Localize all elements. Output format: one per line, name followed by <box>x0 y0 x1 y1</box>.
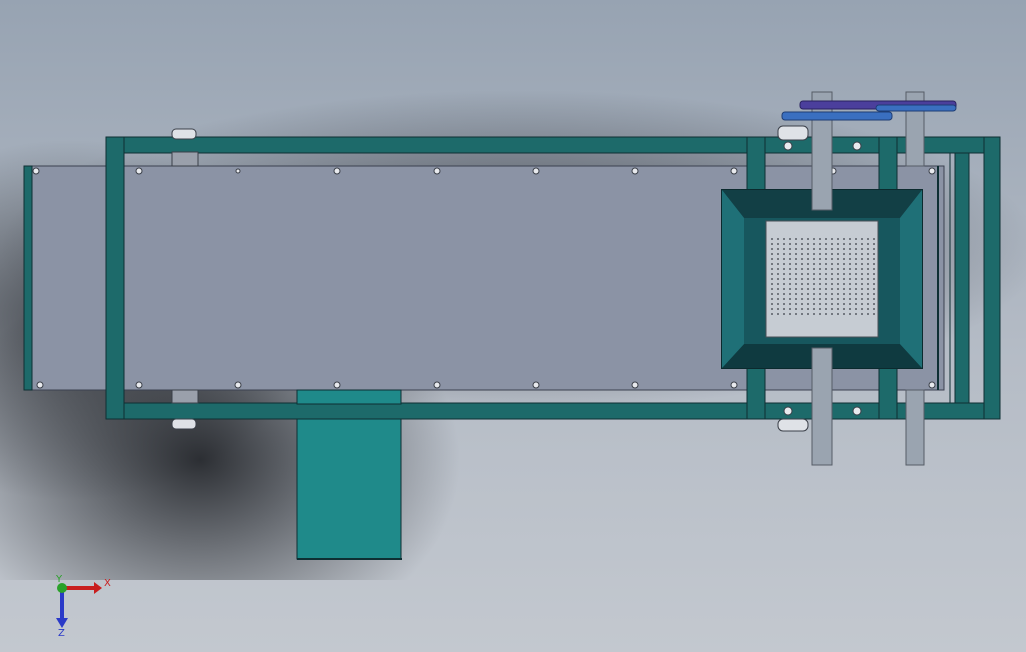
bolt <box>631 381 639 389</box>
frame-bottom-rail[interactable] <box>105 402 1001 420</box>
feed-plate-left-lip <box>23 165 33 391</box>
bracket <box>777 125 809 141</box>
frame-right-post[interactable] <box>983 136 1001 420</box>
bolt <box>532 381 540 389</box>
frame-left-post[interactable] <box>105 136 125 420</box>
screen-drum[interactable] <box>765 220 879 338</box>
bolt <box>783 406 793 416</box>
bolt <box>333 167 341 175</box>
y-axis-label: Y <box>55 574 63 585</box>
bolt <box>730 381 738 389</box>
bolt <box>135 167 143 175</box>
bolt <box>928 381 936 389</box>
bolt <box>32 167 40 175</box>
belt-drive[interactable] <box>781 100 957 121</box>
bracket <box>171 389 199 404</box>
bolt <box>36 381 44 389</box>
bolt <box>433 167 441 175</box>
cad-viewport[interactable]: X Y Z <box>0 0 1026 652</box>
pulley-lower <box>781 111 893 121</box>
bolt <box>333 381 341 389</box>
drive-shaft-1[interactable] <box>811 91 833 211</box>
x-axis-arrowhead <box>94 582 102 594</box>
drive-shaft-2-lower[interactable] <box>905 389 925 466</box>
drive-shaft-1-lower[interactable] <box>811 347 833 466</box>
bracket <box>171 151 199 167</box>
discharge-chute[interactable] <box>296 418 402 560</box>
bolt <box>631 167 639 175</box>
coordinate-triad: X Y Z <box>55 574 111 639</box>
x-axis-label: X <box>104 578 111 589</box>
drum-body <box>765 220 879 338</box>
pulley-right <box>875 104 957 112</box>
z-axis-arrowhead <box>56 618 68 628</box>
bolt <box>928 167 936 175</box>
bolt <box>135 381 143 389</box>
bracket <box>777 418 809 432</box>
z-axis-label: Z <box>58 628 65 639</box>
discharge-chute-top[interactable] <box>296 389 402 405</box>
bracket <box>171 418 197 430</box>
bolt <box>532 167 540 175</box>
bolt <box>783 141 793 151</box>
frame-right-post-inner <box>954 152 970 404</box>
bracket <box>171 128 197 140</box>
hopper-wall-left <box>722 190 744 368</box>
bolt <box>852 406 862 416</box>
frame-top-rail[interactable] <box>105 136 1001 154</box>
hopper-wall-right <box>900 190 922 368</box>
bolt <box>730 167 738 175</box>
bolt <box>433 381 441 389</box>
bolt <box>235 168 241 174</box>
bolt <box>234 381 242 389</box>
bolt <box>852 141 862 151</box>
